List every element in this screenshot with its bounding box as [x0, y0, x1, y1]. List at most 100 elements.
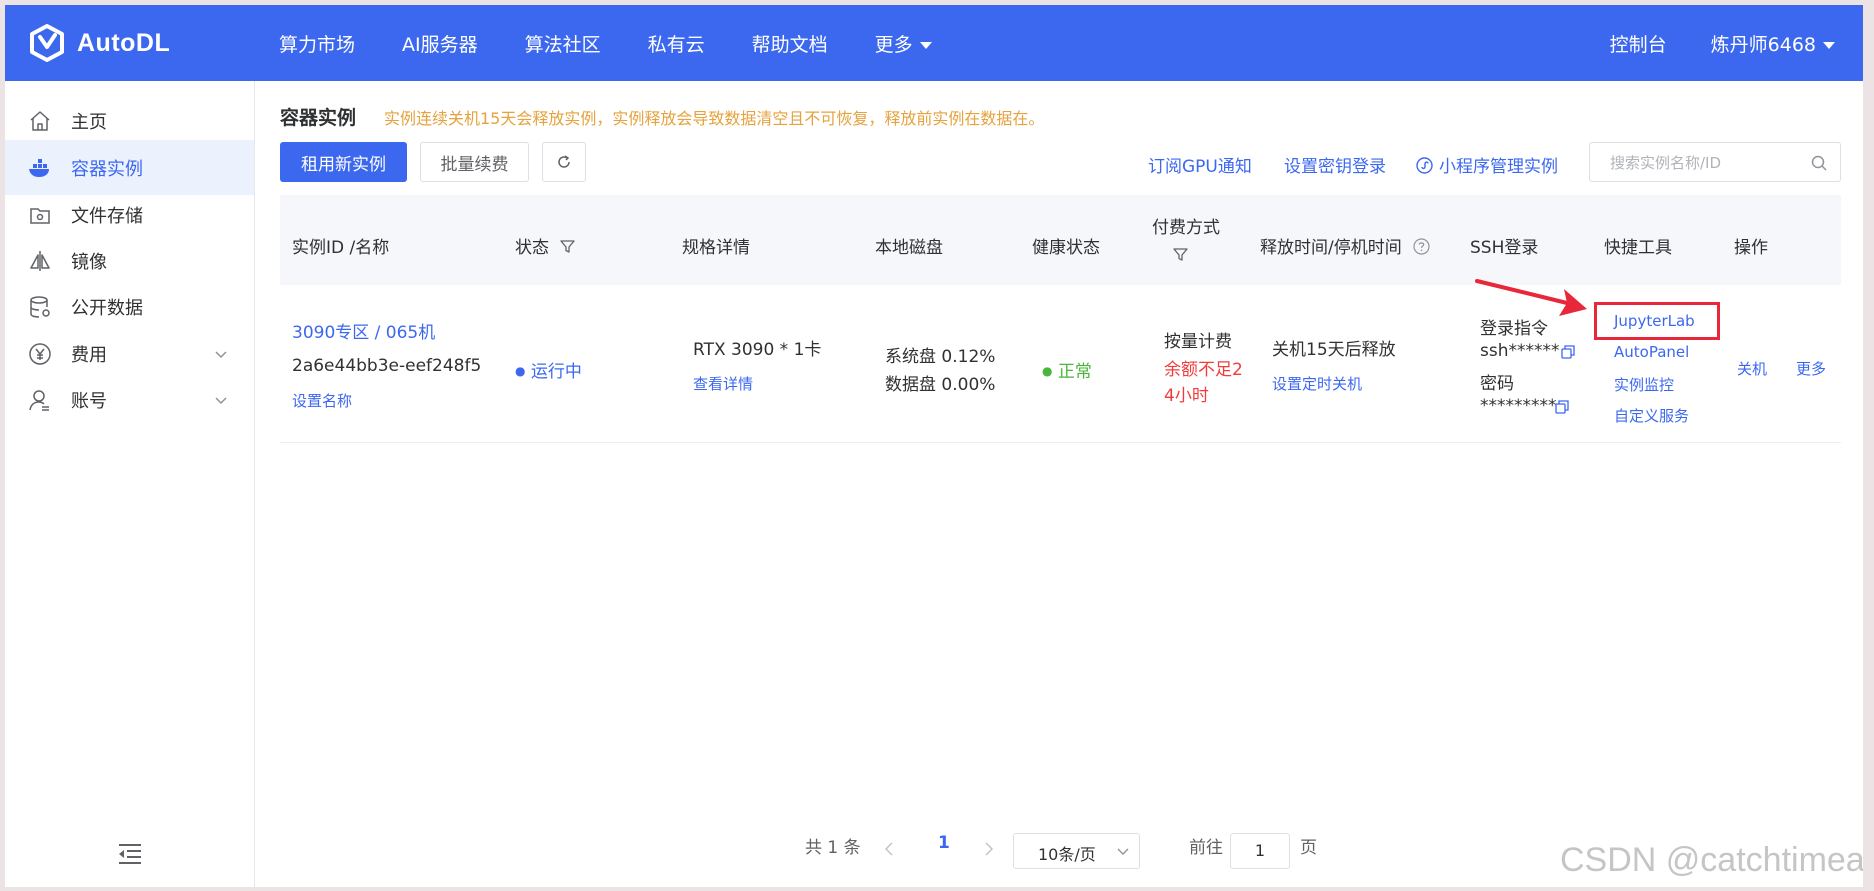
sidebar-item-label: 主页 — [71, 111, 107, 133]
user-menu[interactable]: 炼丹师6468 — [1711, 30, 1835, 57]
main-nav: 算力市场 AI服务器 算法社区 私有云 帮助文档 更多 — [279, 5, 979, 81]
sidebar-item-label: 账号 — [71, 390, 107, 412]
goto-label: 前往 — [1189, 838, 1223, 858]
col-ssh-login: SSH登录 — [1470, 238, 1539, 258]
nav-more[interactable]: 更多 — [875, 30, 932, 57]
copy-icon[interactable] — [1555, 400, 1569, 414]
status-badge: ● 运行中 — [515, 357, 582, 382]
nav-ai-server[interactable]: AI服务器 — [402, 30, 478, 57]
batch-renew-button[interactable]: 批量续费 — [420, 142, 529, 182]
sidebar-item-label: 容器实例 — [71, 158, 143, 180]
page-size-select[interactable]: 10条/页 — [1013, 833, 1140, 869]
table-header: 实例ID /名称 状态 规格详情 本地磁盘 健康状态 付费方式 释放时间/停机时… — [280, 195, 1841, 285]
nav-algorithm-community[interactable]: 算法社区 — [525, 30, 601, 57]
collapse-sidebar-icon[interactable] — [117, 843, 143, 865]
col-quick-tools: 快捷工具 — [1604, 238, 1672, 258]
nav-help-docs[interactable]: 帮助文档 — [752, 30, 828, 57]
col-release-time: 释放时间/停机时间 — [1260, 233, 1430, 258]
refresh-button[interactable] — [542, 142, 586, 182]
col-billing: 付费方式 — [1152, 218, 1220, 238]
col-health: 健康状态 — [1032, 238, 1100, 258]
console-link[interactable]: 控制台 — [1610, 30, 1667, 57]
page-suffix: 页 — [1300, 838, 1317, 858]
app-window: AutoDL 算力市场 AI服务器 算法社区 私有云 帮助文档 更多 控制台 炼… — [5, 5, 1863, 887]
chevron-right-icon[interactable] — [983, 840, 995, 858]
shutdown-action[interactable]: 关机 — [1737, 358, 1767, 379]
nav-compute-market[interactable]: 算力市场 — [279, 30, 355, 57]
warning-notice: 实例连续关机15天会释放实例，实例释放会导致数据清空且不可恢复，释放前实例在数据… — [384, 109, 1045, 128]
sidebar-item-label: 公开数据 — [71, 297, 143, 319]
copy-icon[interactable] — [1561, 345, 1575, 359]
sidebar-item-account[interactable]: 账号 — [5, 372, 254, 427]
brand-logo[interactable]: AutoDL — [27, 23, 170, 63]
health-dot: ● — [1042, 364, 1053, 378]
sidebar-item-label: 镜像 — [71, 251, 107, 273]
user-icon — [27, 387, 53, 413]
instance-name-link[interactable]: 3090专区 / 065机 — [292, 318, 435, 343]
sidebar-item-label: 文件存储 — [71, 205, 143, 227]
top-navbar: AutoDL 算力市场 AI服务器 算法社区 私有云 帮助文档 更多 控制台 炼… — [5, 5, 1863, 81]
more-action[interactable]: 更多 — [1796, 358, 1826, 379]
instance-monitor-link[interactable]: 实例监控 — [1614, 374, 1674, 395]
miniapp-icon — [1416, 157, 1433, 174]
watermark: CSDN @catchtimea — [1560, 841, 1863, 879]
rent-new-instance-button[interactable]: 租用新实例 — [280, 142, 407, 182]
brand-name: AutoDL — [77, 28, 171, 57]
nav-more-label: 更多 — [874, 33, 913, 56]
pagination-total: 共 1 条 — [805, 838, 861, 858]
password-value: ********* — [1480, 396, 1557, 416]
sidebar: 主页 容器实例 文件存储 镜像 公开数据 费用 账号 — [5, 81, 255, 887]
set-key-login-link[interactable]: 设置密钥登录 — [1284, 152, 1386, 177]
col-release-time-label: 释放时间/停机时间 — [1260, 238, 1402, 258]
page-title: 容器实例 — [280, 107, 357, 129]
filter-icon[interactable] — [1173, 247, 1188, 262]
goto-page-input[interactable]: 1 — [1230, 833, 1290, 869]
autodl-logo-icon — [30, 24, 64, 62]
help-icon[interactable] — [1413, 238, 1430, 255]
mirror-icon — [27, 248, 53, 274]
set-name-link[interactable]: 设置名称 — [292, 390, 352, 411]
sidebar-item-label: 费用 — [71, 344, 107, 366]
subscribe-gpu-link[interactable]: 订阅GPU通知 — [1148, 152, 1252, 177]
annotation-arrow-icon — [1475, 279, 1587, 316]
disk-data: 数据盘 0.00% — [885, 375, 996, 395]
search-icon[interactable] — [1810, 154, 1828, 172]
release-time: 关机15天后释放 — [1272, 340, 1396, 360]
spec-detail-link[interactable]: 查看详情 — [693, 373, 753, 394]
caret-down-icon — [1823, 41, 1835, 49]
chevron-down-icon — [215, 396, 227, 404]
top-right-menu: 控制台 炼丹师6468 — [1566, 5, 1835, 81]
jupyterlab-link[interactable]: JupyterLab — [1614, 312, 1695, 330]
pagination-current-page[interactable]: 1 — [938, 833, 950, 853]
yen-icon — [27, 341, 53, 367]
autopanel-link[interactable]: AutoPanel — [1614, 343, 1689, 361]
search-input[interactable] — [1608, 152, 1802, 174]
health-status: ● 正常 — [1042, 357, 1092, 382]
caret-down-icon — [919, 41, 932, 49]
balance-warning: 余额不足2 — [1164, 360, 1243, 380]
filter-icon[interactable] — [560, 239, 576, 254]
nav-private-cloud[interactable]: 私有云 — [648, 30, 705, 57]
refresh-icon — [558, 155, 570, 168]
spec-text: RTX 3090 * 1卡 — [693, 340, 822, 360]
home-icon — [27, 108, 53, 134]
instance-id: 2a6e44bb3e-eef248f5 — [292, 356, 482, 376]
disk-system: 系统盘 0.12% — [885, 347, 996, 367]
password-label: 密码 — [1480, 374, 1514, 394]
health-label: 正常 — [1057, 362, 1092, 382]
chevron-left-icon[interactable] — [883, 840, 895, 858]
status-label: 运行中 — [530, 362, 582, 382]
col-status-label: 状态 — [515, 238, 549, 258]
miniapp-manage-link[interactable]: 小程序管理实例 — [1416, 152, 1558, 177]
container-icon — [27, 155, 53, 181]
status-dot: ● — [515, 364, 526, 378]
custom-service-link[interactable]: 自定义服务 — [1614, 405, 1689, 426]
instance-search — [1589, 142, 1841, 182]
billing-method: 按量计费 — [1164, 332, 1232, 352]
set-shutdown-link[interactable]: 设置定时关机 — [1272, 373, 1362, 394]
chevron-down-icon — [1117, 848, 1129, 855]
col-instance-id: 实例ID /名称 — [292, 238, 390, 258]
table-row: 3090专区 / 065机 2a6e44bb3e-eef248f5 设置名称 ●… — [280, 285, 1841, 443]
ssh-command: ssh****** — [1480, 341, 1560, 361]
database-icon — [27, 294, 53, 320]
